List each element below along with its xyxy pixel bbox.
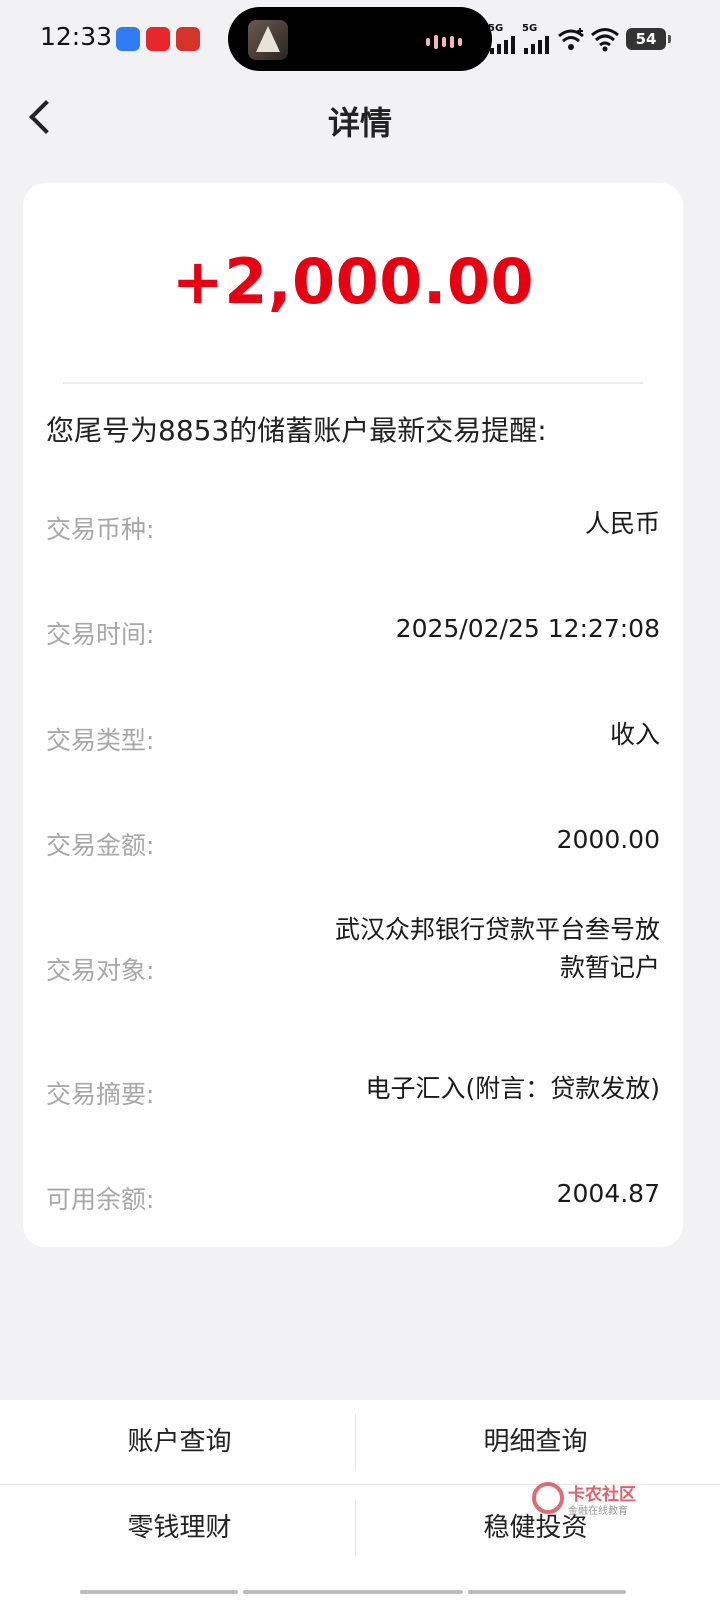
page-title: 详情 <box>327 104 392 142</box>
row-value: 2025/02/25 12:27:08 <box>395 614 660 643</box>
watermark-logo-icon <box>532 1482 564 1514</box>
row-value: 电子汇入(附言：贷款发放) <box>365 1074 660 1103</box>
menu-divider <box>355 1414 356 1470</box>
account-query-button[interactable]: 账户查询 <box>0 1400 359 1484</box>
wifi-icon <box>591 28 619 52</box>
watermark-subtitle: 金融在线教育 <box>568 1506 628 1517</box>
status-time: 12:33 <box>40 22 113 51</box>
row-label: 交易金额: <box>46 831 155 860</box>
audio-wave-icon <box>426 34 462 49</box>
row-label: 交易时间: <box>46 620 155 649</box>
media-island[interactable] <box>228 7 492 71</box>
row-value: 收入 <box>609 720 660 749</box>
nav-bar: 详情 <box>0 80 720 156</box>
app-notification-icon <box>116 27 140 51</box>
watermark: 卡农社区 金融在线教育 <box>532 1480 662 1520</box>
album-art-icon <box>248 20 288 60</box>
transaction-notice: 您尾号为8853的储蓄账户最新交易提醒: <box>46 414 547 447</box>
gesture-bar <box>468 1590 626 1594</box>
notification-icons <box>116 27 200 51</box>
gesture-bar <box>243 1590 463 1594</box>
battery-icon: 54 <box>626 28 671 50</box>
divider <box>63 382 643 384</box>
hotspot-icon <box>558 28 584 50</box>
row-value: 2004.87 <box>556 1179 660 1208</box>
menu-divider <box>355 1500 356 1556</box>
gesture-bar <box>80 1590 238 1594</box>
transaction-card: +2,000.00 您尾号为8853的储蓄账户最新交易提醒: 交易币种: 人民币… <box>23 183 683 1247</box>
row-label: 可用余额: <box>46 1185 155 1214</box>
row-value: 2000.00 <box>556 825 660 854</box>
row-label: 交易币种: <box>46 515 155 544</box>
row-value: 武汉众邦银行贷款平台叁号放 款暂记户 <box>334 915 660 982</box>
wealth-button[interactable]: 零钱理财 <box>0 1486 359 1570</box>
status-bar: 12:33 5G 5G 54 <box>0 0 720 80</box>
bank-notification-icon <box>176 27 200 51</box>
row-label: 交易类型: <box>46 726 155 755</box>
transaction-amount: +2,000.00 <box>171 245 535 318</box>
app-notification-icon <box>146 27 170 51</box>
row-label: 交易摘要: <box>46 1080 155 1109</box>
detail-query-button[interactable]: 明细查询 <box>356 1400 715 1484</box>
row-label: 交易对象: <box>46 956 155 985</box>
row-value: 人民币 <box>584 509 660 538</box>
